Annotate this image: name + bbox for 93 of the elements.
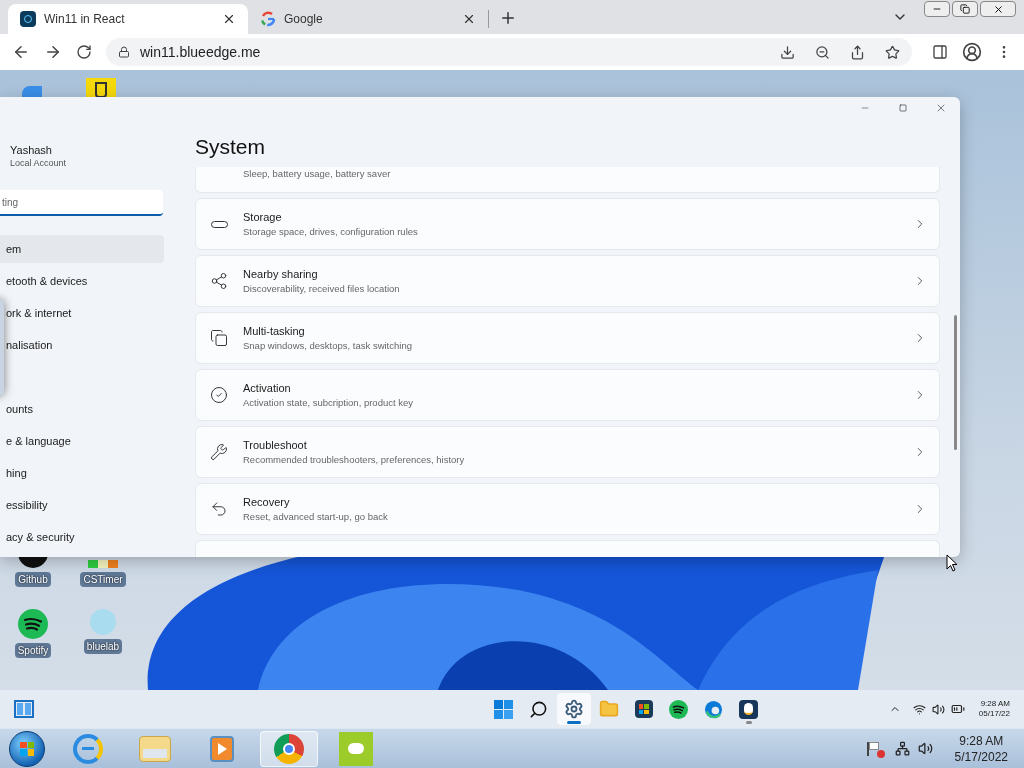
swirl-logo-icon [704,699,724,719]
share-icon[interactable] [850,44,865,60]
battery-icon[interactable] [950,702,965,716]
star-icon[interactable] [885,44,900,60]
clock[interactable]: 9:28 AM 05/17/22 [978,699,1010,719]
nav-item[interactable]: ork & internet [0,299,164,327]
volume-icon[interactable] [917,741,933,756]
recovery-icon [210,500,228,518]
taskbar-app-button[interactable] [556,693,591,725]
timer-app-icon [88,560,118,568]
url-text: win11.blueedge.me [140,42,262,62]
windows-stack-icon [210,329,228,347]
restore-icon [960,4,970,14]
desktop-icon-label[interactable]: Github [15,572,51,587]
share-icon [210,272,228,290]
reload-icon[interactable] [76,44,92,60]
cup-app-icon[interactable] [86,78,116,97]
download-icon[interactable] [780,44,795,60]
back-icon[interactable] [12,43,30,61]
windows-logo-icon [494,699,514,719]
nav-item[interactable]: e & language [0,427,164,455]
restore-button[interactable] [952,1,978,17]
close-icon [992,3,1004,15]
zoom-out-icon[interactable] [815,44,830,60]
card-title: Nearby sharing [243,267,319,282]
new-tab-icon[interactable] [499,9,517,27]
card-title: Recovery [243,495,291,510]
folder-icon [139,735,171,762]
card-title: Activation [243,381,292,396]
wrench-icon [210,443,228,461]
card-description: Storage space, drives, configuration rules [243,225,419,238]
network-icon[interactable] [894,741,910,756]
settings-card[interactable]: Storage Storage space, drives, configuration rules [195,198,940,250]
circle-logo-icon [274,733,304,764]
lock-icon [118,46,130,58]
browser-tab[interactable]: Google [248,4,488,34]
profile-icon[interactable] [962,42,982,62]
side-panel-icon[interactable] [932,44,948,60]
forward-icon[interactable] [44,43,62,61]
address-bar[interactable]: win11.blueedge.me [106,38,912,66]
browser-tab[interactable]: Win11 in React [8,4,248,34]
close-button[interactable] [980,1,1016,17]
card-description: Snap windows, desktops, task switching [243,339,413,352]
search-icon [529,699,549,719]
scrollbar-thumb[interactable] [954,315,957,450]
nav-item[interactable]: hing [0,459,164,487]
settings-card[interactable]: Sleep, battery usage, battery saver [195,167,940,193]
clock[interactable]: 9:28 AM 5/17/2022 [954,732,1008,765]
settings-card[interactable]: Activation Activation state, subcription, product key [195,369,940,421]
tab-title: Google [284,11,324,28]
card-title: Troubleshoot [243,438,308,453]
settings-card[interactable]: Multi-tasking Snap windows, desktops, task switching [195,312,940,364]
wifi-icon[interactable] [912,702,926,716]
folder-icon [598,699,619,719]
settings-card[interactable]: Recovery Reset, advanced start-up, go back [195,483,940,535]
settings-card[interactable]: Nearby sharing Discoverability, received files location [195,255,940,307]
account-type: Local Account [10,157,68,169]
google-favicon-icon [260,11,276,27]
nav-item[interactable]: nalisation [0,331,164,359]
close-icon[interactable] [462,12,476,26]
card-description: Activation state, subcription, product key [243,396,415,409]
settings-icon [563,699,584,719]
nav-item[interactable]: essibility [0,491,164,519]
start-orb-icon[interactable] [9,730,45,767]
widgets-icon[interactable] [14,700,34,718]
store-icon [634,700,653,718]
card-description: Recommended troubleshooters, preferences, history [243,453,466,466]
page-title: System [195,134,266,160]
close-icon[interactable] [222,12,236,26]
volume-icon[interactable] [931,702,945,716]
card-title: Storage [243,210,283,225]
nav-item[interactable]: ounts [0,395,164,423]
mouse-pointer-icon [946,554,958,572]
check-circle-icon [210,386,228,404]
desktop-icon-label[interactable]: Spotify [14,643,52,658]
search-field[interactable]: ting [0,190,163,216]
card-description: Sleep, battery usage, battery saver [243,167,392,181]
browser-e-icon [73,733,103,764]
tab-title: Win11 in React [44,11,126,28]
site-favicon-icon [20,11,36,27]
settings-card[interactable]: Troubleshoot Recommended troubleshooters, preferences, history [195,426,940,478]
card-description: Reset, advanced start-up, go back [243,510,389,523]
nav-item[interactable]: etooth & devices [0,267,164,295]
spotify-icon [669,699,689,719]
nav-item[interactable]: em [0,235,164,263]
desktop-icon-label[interactable]: CSTimer [80,572,126,587]
desktop-icon-label[interactable]: bluelab [83,639,123,654]
user-name: Yashash [10,143,53,157]
play-icon [210,735,234,762]
card-title: Multi-tasking [243,324,306,339]
card-description: Discoverability, received files location [243,282,401,295]
spotify-icon [18,609,48,639]
nav-item[interactable]: acy & security [0,523,164,551]
